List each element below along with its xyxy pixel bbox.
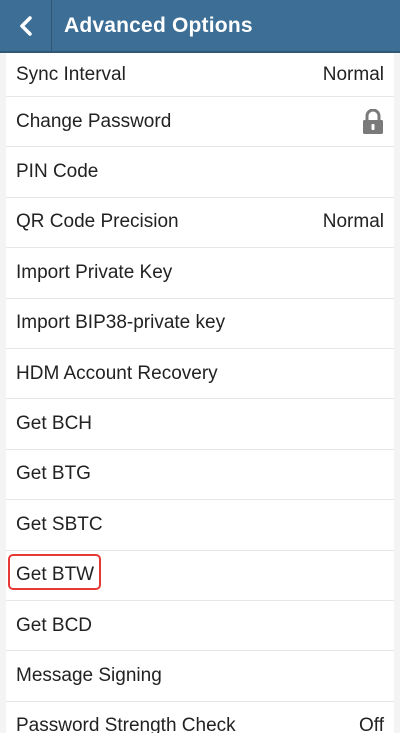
get-btw-item[interactable]: Get BTW [6,551,394,601]
page-title: Advanced Options [64,13,253,37]
get-btg-item[interactable]: Get BTG [6,450,394,501]
settings-list: Sync Interval Normal Change Password PIN… [6,53,394,733]
lock-icon [362,108,384,135]
chevron-left-icon [18,15,34,37]
import-private-key-item[interactable]: Import Private Key [6,248,394,299]
item-label: QR Code Precision [16,211,179,233]
item-label: Password Strength Check [16,715,236,733]
back-button[interactable] [0,0,52,52]
change-password-item[interactable]: Change Password [6,97,394,148]
item-label: Get SBTC [16,513,103,535]
app-bar: Advanced Options [0,0,400,53]
get-bch-item[interactable]: Get BCH [6,399,394,450]
message-signing-item[interactable]: Message Signing [6,651,394,702]
item-label: Import BIP38-private key [16,312,226,334]
password-strength-check-item[interactable]: Password Strength Check Off [6,702,394,733]
get-bcd-item[interactable]: Get BCD [6,601,394,652]
item-label: HDM Account Recovery [16,362,218,384]
get-sbtc-item[interactable]: Get SBTC [6,500,394,551]
item-value: Normal [322,63,384,85]
item-label: Get BTG [16,463,91,485]
pin-code-item[interactable]: PIN Code [6,147,394,198]
item-label: Get BTW [8,554,101,591]
item-label: Change Password [16,110,172,132]
sync-interval-item[interactable]: Sync Interval Normal [6,53,394,97]
item-label: Get BCH [16,413,93,435]
item-label: PIN Code [16,161,99,183]
item-value: Normal [322,211,384,233]
item-label: Get BCD [16,614,93,636]
item-label: Message Signing [16,664,162,686]
hdm-account-recovery-item[interactable]: HDM Account Recovery [6,349,394,400]
highlight-box [8,554,101,591]
qr-code-precision-item[interactable]: QR Code Precision Normal [6,198,394,249]
item-value: Off [359,715,384,733]
item-label: Sync Interval [16,63,126,85]
import-bip38-item[interactable]: Import BIP38-private key [6,299,394,349]
item-label: Import Private Key [16,261,173,283]
